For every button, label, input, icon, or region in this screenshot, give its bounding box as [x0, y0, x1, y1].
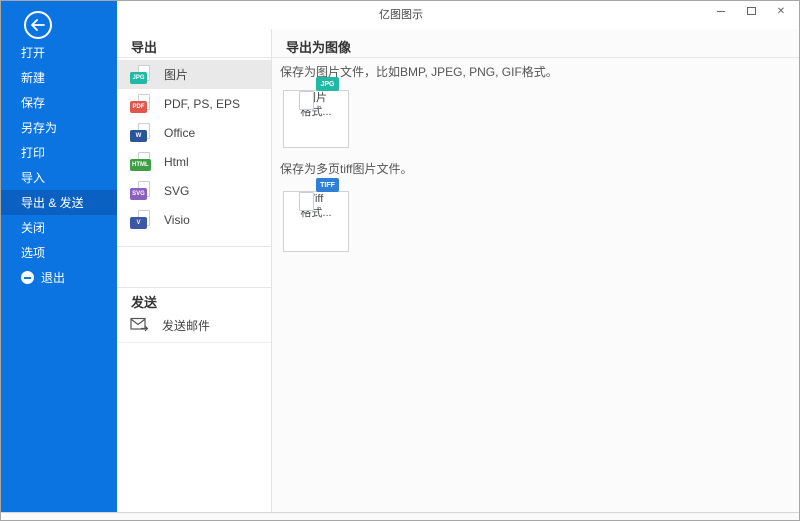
app-window: 打开 新建 保存 另存为 打印 导入 导出 & 发送 关闭 选项 退出 亿图图示… [0, 0, 800, 521]
close-icon: ✕ [777, 6, 785, 17]
sidebar-item-label: 另存为 [21, 119, 57, 136]
sidebar-item-close[interactable]: 关闭 [1, 215, 117, 240]
export-item-image[interactable]: JPG 图片 [117, 60, 271, 89]
minimize-icon [717, 11, 725, 12]
export-item-label: Office [164, 126, 195, 140]
sidebar-item-label: 关闭 [21, 219, 45, 236]
export-item-label: Html [164, 155, 189, 169]
jpg-file-icon: JPG [130, 65, 151, 84]
sidebar-item-label: 退出 [41, 269, 65, 286]
back-arrow-icon [30, 19, 46, 31]
sidebar-item-new[interactable]: 新建 [1, 65, 117, 90]
sidebar-item-label: 导出 & 发送 [21, 194, 84, 211]
export-item-visio[interactable]: V Visio [117, 205, 271, 234]
window-controls: ✕ [709, 3, 793, 19]
send-section-header: 发送 [131, 292, 157, 311]
sidebar-item-options[interactable]: 选项 [1, 240, 117, 265]
sidebar-item-open[interactable]: 打开 [1, 40, 117, 65]
back-button[interactable] [24, 11, 52, 39]
divider [117, 287, 271, 288]
sidebar-item-label: 新建 [21, 69, 45, 86]
backstage-sidebar: 打开 新建 保存 另存为 打印 导入 导出 & 发送 关闭 选项 退出 [1, 1, 117, 512]
sidebar-item-import[interactable]: 导入 [1, 165, 117, 190]
send-mail-icon [130, 316, 149, 335]
sidebar-item-label: 选项 [21, 244, 45, 261]
visio-file-icon: V [130, 210, 151, 229]
send-item-email[interactable]: 发送邮件 [117, 311, 271, 339]
divider [117, 246, 271, 247]
word-file-icon: W [130, 123, 151, 142]
html-file-icon: HTML [130, 152, 151, 171]
export-item-label: SVG [164, 184, 189, 198]
card-label: Tiff [284, 192, 348, 206]
tiff-export-description: 保存为多页tiff图片文件。 [280, 160, 412, 177]
sidebar-item-label: 保存 [21, 94, 45, 111]
sidebar-item-label: 打开 [21, 44, 45, 61]
export-item-label: PDF, PS, EPS [164, 97, 240, 111]
sidebar-item-export-send[interactable]: 导出 & 发送 [1, 190, 117, 215]
card-label: 图片 [284, 91, 348, 105]
export-item-office[interactable]: W Office [117, 118, 271, 147]
export-panel-header: 导出 [131, 37, 157, 56]
export-card-image-format[interactable]: JPG 图片 格式... [283, 90, 349, 148]
divider [272, 57, 800, 58]
title-bar [117, 1, 800, 29]
export-card-tiff-format[interactable]: TIFF Tiff 格式... [283, 191, 349, 252]
export-list-panel: 导出 JPG 图片 PDF PDF, PS, EPS W Office HTML… [117, 29, 271, 512]
sidebar-item-save-as[interactable]: 另存为 [1, 115, 117, 140]
export-item-svg[interactable]: SVG SVG [117, 176, 271, 205]
sidebar-item-save[interactable]: 保存 [1, 90, 117, 115]
sidebar-item-label: 打印 [21, 144, 45, 161]
export-item-pdf[interactable]: PDF PDF, PS, EPS [117, 89, 271, 118]
close-button[interactable]: ✕ [769, 3, 793, 19]
maximize-icon [747, 7, 756, 15]
sidebar-menu: 打开 新建 保存 另存为 打印 导入 导出 & 发送 关闭 选项 退出 [1, 40, 117, 290]
export-item-label: 图片 [164, 66, 188, 83]
export-detail-panel: 导出为图像 保存为图片文件，比如BMP, JPEG, PNG, GIF格式。 J… [271, 29, 800, 512]
detail-panel-header: 导出为图像 [286, 37, 351, 56]
minimize-button[interactable] [709, 3, 733, 19]
svg-file-icon: SVG [130, 181, 151, 200]
window-bottom-edge [1, 512, 800, 521]
send-item-label: 发送邮件 [162, 317, 210, 334]
exit-icon [21, 271, 34, 284]
sidebar-item-print[interactable]: 打印 [1, 140, 117, 165]
export-item-label: Visio [164, 213, 190, 227]
sidebar-item-label: 导入 [21, 169, 45, 186]
maximize-button[interactable] [739, 3, 763, 19]
export-item-html[interactable]: HTML Html [117, 147, 271, 176]
divider [117, 57, 271, 58]
divider [117, 342, 271, 343]
card-label: 格式... [284, 206, 348, 220]
card-label: 格式... [284, 105, 348, 119]
sidebar-item-exit[interactable]: 退出 [1, 265, 117, 290]
pdf-file-icon: PDF [130, 94, 151, 113]
